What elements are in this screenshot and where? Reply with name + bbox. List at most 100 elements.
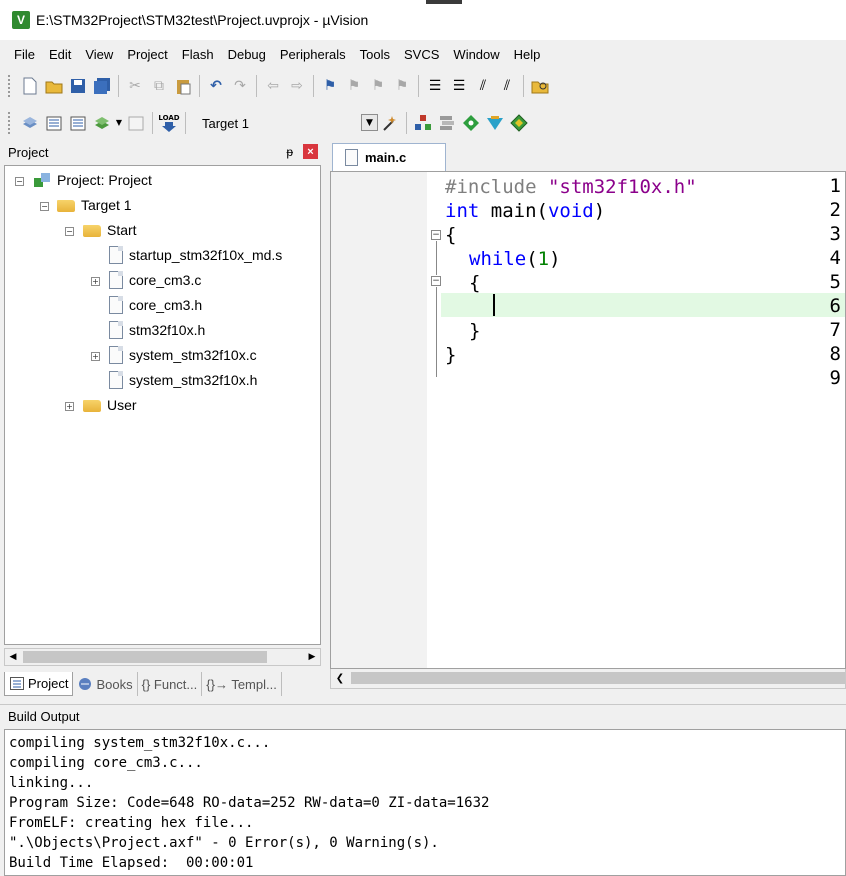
manage-run-time-environment-icon[interactable] [459, 111, 483, 135]
brace-token: } [445, 344, 457, 366]
batch-build-icon[interactable] [90, 111, 114, 135]
save-all-icon[interactable] [90, 74, 114, 98]
tree-node-group-start[interactable]: Start [83, 219, 137, 241]
navigate-back-icon[interactable]: ⇦ [261, 74, 285, 98]
pin-icon[interactable]: ᵽ [286, 145, 293, 159]
scrollbar-thumb[interactable] [351, 672, 845, 684]
menu-peripherals[interactable]: Peripherals [273, 44, 353, 66]
menu-window[interactable]: Window [446, 44, 506, 66]
file-icon [109, 296, 123, 314]
menu-tools[interactable]: Tools [353, 44, 397, 66]
scroll-left-icon[interactable]: ❮ [331, 669, 349, 687]
scroll-right-icon[interactable]: ▶ [304, 649, 320, 665]
build-icon[interactable] [42, 111, 66, 135]
tree-node-file[interactable]: system_stm32f10x.h [109, 369, 257, 391]
pack-installer-icon[interactable] [483, 111, 507, 135]
manage-project-items-icon[interactable] [411, 111, 435, 135]
folder-icon [83, 225, 101, 237]
bookmark-icon[interactable]: ⚑ [318, 74, 342, 98]
target-select[interactable]: Target 1 ▼ [196, 112, 378, 134]
toolbar-separator [152, 112, 153, 134]
menu-svcs[interactable]: SVCS [397, 44, 446, 66]
menu-flash[interactable]: Flash [175, 44, 221, 66]
collapse-toggle-icon[interactable]: − [15, 177, 24, 186]
copy-icon[interactable]: ⧉ [147, 74, 171, 98]
chevron-down-icon[interactable]: ▼ [361, 114, 378, 131]
fold-toggle-icon[interactable]: − [431, 276, 441, 286]
scrollbar-thumb[interactable] [23, 651, 267, 663]
tab-project[interactable]: Project [4, 672, 74, 696]
menu-edit[interactable]: Edit [42, 44, 78, 66]
tree-node-file[interactable]: core_cm3.c [109, 269, 201, 291]
tree-node-file[interactable]: stm32f10x.h [109, 319, 205, 341]
uncomment-icon[interactable]: ⫽ [495, 74, 519, 98]
save-icon[interactable] [66, 74, 90, 98]
toolbar-grip[interactable] [8, 112, 12, 134]
tab-books[interactable]: Books [73, 672, 138, 696]
tab-templates[interactable]: {}→ Templ... [202, 672, 282, 696]
batch-build-dropdown-icon[interactable]: ▼ [114, 111, 124, 135]
open-folder-icon[interactable] [42, 74, 66, 98]
software-packs-icon[interactable] [507, 111, 531, 135]
options-for-target-icon[interactable] [378, 111, 402, 135]
prev-bookmark-icon[interactable]: ⚑ [342, 74, 366, 98]
tree-node-file[interactable]: startup_stm32f10x_md.s [109, 244, 282, 266]
keyword-token: while [469, 248, 527, 270]
paste-icon[interactable] [171, 74, 195, 98]
navigate-forward-icon[interactable]: ⇨ [285, 74, 309, 98]
menu-help[interactable]: Help [507, 44, 548, 66]
menu-file[interactable]: File [7, 44, 42, 66]
menu-view[interactable]: View [78, 44, 120, 66]
tree-node-group-user[interactable]: User [83, 394, 137, 416]
project-panel-header: Project ᵽ × [0, 141, 323, 163]
target-select-value: Target 1 [202, 115, 249, 131]
collapse-toggle-icon[interactable]: − [65, 227, 74, 236]
editor-tab-strip: main.c [330, 141, 846, 171]
redo-icon[interactable]: ↷ [228, 74, 252, 98]
build-output-line: compiling core_cm3.c... [9, 755, 203, 771]
title-bar: V E:\STM32Project\STM32test\Project.uvpr… [0, 0, 846, 40]
tree-node-target[interactable]: Target 1 [57, 194, 132, 216]
new-file-icon[interactable] [18, 74, 42, 98]
code-text-area[interactable]: 1 2 3 4 5 6 7 8 9 − − #include "stm32f10… [330, 171, 846, 669]
title-bar-decoration [426, 0, 462, 4]
toolbar-separator [199, 75, 200, 97]
close-icon[interactable]: × [303, 144, 318, 159]
find-in-files-icon[interactable] [528, 74, 552, 98]
tree-node-file[interactable]: system_stm32f10x.c [109, 344, 257, 366]
fold-toggle-icon[interactable]: − [431, 230, 441, 240]
undo-icon[interactable]: ↶ [204, 74, 228, 98]
punctuation-token: ( [526, 248, 538, 270]
build-output-line: Build Time Elapsed: 00:00:01 [9, 855, 254, 871]
line-number: 5 [829, 271, 841, 293]
tab-main-c[interactable]: main.c [332, 143, 446, 171]
expand-toggle-icon[interactable]: + [65, 402, 74, 411]
project-tree-scrollbar[interactable]: ◀ ▶ [4, 648, 321, 666]
tree-node-file[interactable]: core_cm3.h [109, 294, 202, 316]
tree-node-label: startup_stm32f10x_md.s [129, 247, 283, 263]
unindent-icon[interactable]: ☰ [447, 74, 471, 98]
menu-debug[interactable]: Debug [221, 44, 273, 66]
indent-icon[interactable]: ☰ [423, 74, 447, 98]
tree-node-project-root[interactable]: Project: Project [33, 169, 152, 191]
stop-build-icon[interactable] [124, 111, 148, 135]
text-caret [493, 294, 495, 316]
download-load-icon[interactable]: LOAD [157, 111, 181, 135]
tab-functions[interactable]: {} Funct... [138, 672, 203, 696]
build-output-header: Build Output [0, 704, 846, 728]
scroll-left-icon[interactable]: ◀ [5, 649, 21, 665]
collapse-toggle-icon[interactable]: − [40, 202, 49, 211]
toolbar-grip[interactable] [8, 75, 12, 97]
expand-toggle-icon[interactable]: + [91, 277, 100, 286]
clear-bookmarks-icon[interactable]: ⚑ [390, 74, 414, 98]
cut-icon[interactable]: ✂ [123, 74, 147, 98]
menu-project[interactable]: Project [120, 44, 174, 66]
build-output-text[interactable]: compiling system_stm32f10x.c... compilin… [4, 729, 846, 876]
rebuild-icon[interactable] [66, 111, 90, 135]
comment-icon[interactable]: ⫽ [471, 74, 495, 98]
editor-scrollbar[interactable]: ❮ [330, 669, 846, 689]
select-packs-icon[interactable] [435, 111, 459, 135]
translate-icon[interactable] [18, 111, 42, 135]
next-bookmark-icon[interactable]: ⚑ [366, 74, 390, 98]
expand-toggle-icon[interactable]: + [91, 352, 100, 361]
